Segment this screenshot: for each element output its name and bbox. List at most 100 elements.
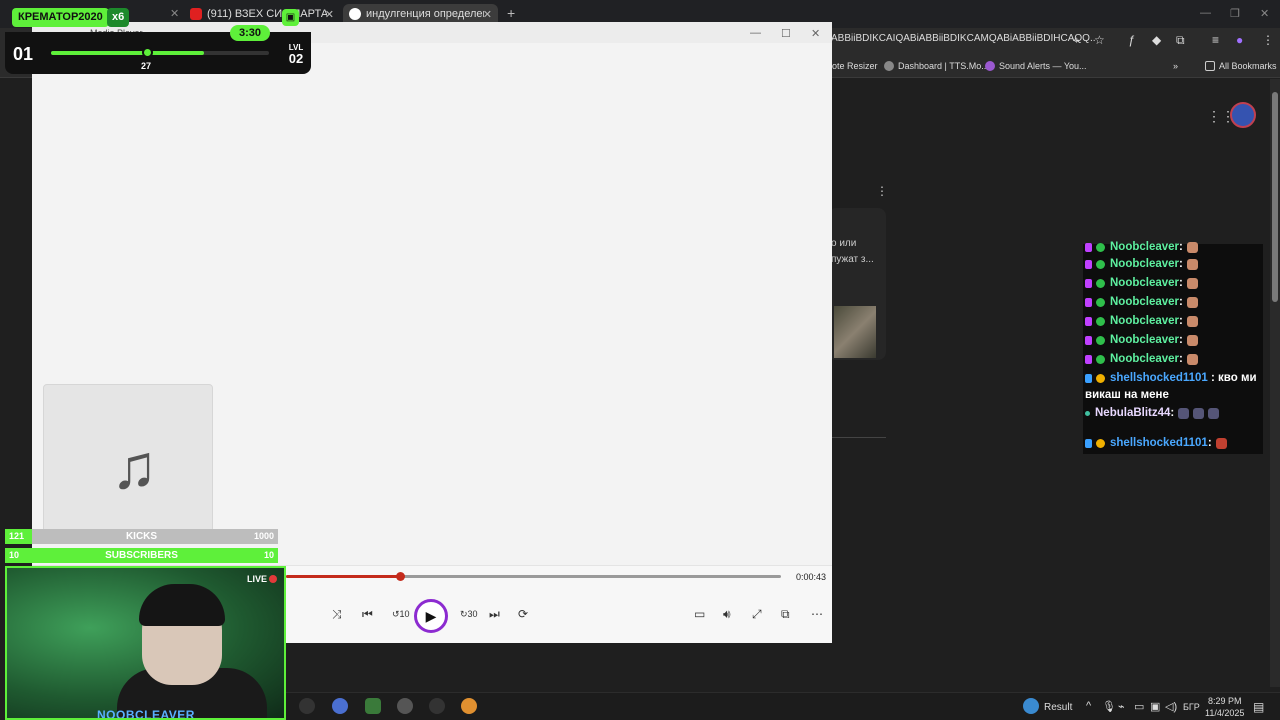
multiplier-tag: x6: [107, 8, 130, 27]
skip-forward-button[interactable]: ↻30: [460, 609, 478, 620]
chat-username: Noobcleaver: [1110, 353, 1180, 365]
chat-username: Noobcleaver: [1110, 315, 1180, 327]
verified-badge-icon: [1096, 335, 1105, 345]
extension-icon[interactable]: ◆: [1152, 33, 1161, 47]
play-button[interactable]: ▶: [414, 599, 448, 633]
microphone-icon[interactable]: 🎙︎: [1102, 700, 1116, 713]
close-tab-icon[interactable]: ✕: [483, 8, 492, 21]
cast-icon[interactable]: ⧉: [781, 607, 790, 622]
chat-message: Noobcleaver :: [1085, 353, 1198, 365]
emote-icon: [1193, 407, 1205, 419]
tab-youtube[interactable]: (911) ВЗЕХ СИ АПАРТАМЕНТ З ✕: [184, 4, 340, 24]
skip-back-label: 10: [399, 609, 410, 619]
function-extension-icon[interactable]: ƒ: [1128, 33, 1135, 47]
scrollbar-thumb[interactable]: [1272, 92, 1278, 302]
chat-username: Noobcleaver: [1110, 296, 1180, 308]
previous-track-icon[interactable]: ⏮: [362, 607, 373, 622]
chrome-active-app-icon[interactable]: [365, 698, 381, 714]
tray-overflow-icon[interactable]: ^: [1086, 700, 1091, 712]
miniplayer-icon[interactable]: ▭: [694, 607, 705, 621]
emote-icon: [1186, 353, 1198, 365]
shuffle-icon[interactable]: ⤨: [332, 607, 342, 622]
clock-date[interactable]: 11/4/2025: [1205, 708, 1244, 718]
result-thumbnail[interactable]: [834, 306, 876, 358]
emote-icon: [1208, 407, 1220, 419]
repeat-icon[interactable]: ⟳: [518, 607, 528, 621]
app-icon[interactable]: [299, 698, 315, 714]
network-icon[interactable]: ⌁: [1118, 700, 1125, 713]
new-tab-button[interactable]: +: [507, 5, 515, 21]
all-bookmarks[interactable]: All Bookmarks: [1205, 61, 1277, 71]
hud-timer: 3:30: [230, 25, 270, 41]
fullscreen-icon[interactable]: ⤢: [752, 607, 762, 622]
chat-username: NebulaBlitz44: [1095, 407, 1171, 419]
seek-bar[interactable]: [286, 572, 781, 581]
subscribers-goal-bar: 10 SUBSCRIBERS 10: [5, 548, 278, 563]
close-window-icon[interactable]: ✕: [1260, 7, 1269, 20]
kicks-goal-bar: 121 KICKS 1000: [5, 529, 278, 544]
verified-badge-icon: [1096, 259, 1105, 269]
bookmark-label: ote Resizer: [832, 61, 878, 71]
verified-badge-icon: [1096, 354, 1105, 364]
tab-google[interactable]: индулгенция определение - G ✕: [343, 4, 498, 24]
app-icon[interactable]: [429, 698, 445, 714]
bookmark-item[interactable]: ote Resizer: [832, 61, 878, 71]
close-tab-icon[interactable]: ✕: [170, 7, 179, 20]
app-icon[interactable]: [397, 698, 413, 714]
cube-badge-icon: [1085, 438, 1092, 448]
close-tab-icon[interactable]: ✕: [325, 8, 334, 21]
bookmark-item[interactable]: Sound Alerts — You...: [985, 61, 1087, 71]
hud-progress-knob: [142, 47, 154, 58]
weather-label[interactable]: Result: [1044, 702, 1072, 713]
chat-message: shellshocked1101 :: [1085, 437, 1227, 449]
music-note-icon: ♫: [111, 433, 158, 502]
bookmark-label: Sound Alerts — You...: [999, 61, 1087, 71]
battery-icon[interactable]: ▭: [1134, 700, 1144, 713]
play-icon: ▶: [425, 607, 437, 624]
menu-dots-icon[interactable]: ⋮: [1262, 33, 1274, 47]
minimize-icon[interactable]: —: [750, 27, 761, 39]
mic-badge-icon: [1085, 297, 1092, 307]
volume-icon[interactable]: ◁): [1165, 700, 1177, 713]
chat-username: Noobcleaver: [1110, 241, 1180, 253]
mic-badge-icon: [1085, 242, 1092, 252]
reading-list-icon[interactable]: ≡: [1212, 33, 1219, 47]
bookmark-item[interactable]: Dashboard | TTS.Mo...: [884, 61, 989, 71]
divider: [832, 437, 886, 438]
account-avatar[interactable]: [1230, 102, 1256, 128]
maximize-icon[interactable]: ☐: [781, 27, 791, 40]
volume-icon[interactable]: 🔊︎: [723, 607, 731, 622]
media-player-app-icon[interactable]: [461, 698, 477, 714]
hud-progress-fill: [51, 51, 204, 55]
skip-back-button[interactable]: ↺10: [392, 609, 410, 620]
emote-icon: [1178, 407, 1190, 419]
more-options-icon[interactable]: ⋮: [876, 184, 888, 198]
close-icon[interactable]: ✕: [811, 27, 820, 40]
chat-message: Noobcleaver :: [1085, 258, 1198, 270]
chat-message-continued: викаш на мене: [1085, 389, 1169, 401]
language-indicator[interactable]: БГР: [1183, 702, 1200, 712]
minimize-icon[interactable]: —: [1200, 7, 1211, 19]
bookmark-star-icon[interactable]: ☆: [1094, 33, 1105, 47]
location-icon[interactable]: ⌖: [1073, 33, 1080, 48]
profile-icon[interactable]: ●: [1236, 33, 1243, 47]
weather-icon[interactable]: [1023, 698, 1039, 714]
result-snippet: о или: [831, 238, 857, 249]
chat-message: Noobcleaver :: [1085, 241, 1198, 253]
seek-bar-handle[interactable]: [395, 572, 405, 581]
chrome-app-icon[interactable]: [332, 698, 348, 714]
puzzle-extensions-icon[interactable]: ⧉: [1176, 33, 1185, 48]
sound-alerts-icon: [985, 61, 995, 71]
notifications-icon[interactable]: ▤: [1253, 700, 1264, 714]
address-bar[interactable]: ABBiiBDIKCAIQABiABBiiBDIKCAMQABiABBiiBDI…: [831, 33, 1095, 51]
clock-time[interactable]: 8:29 PM: [1208, 696, 1242, 706]
tab-label: (911) ВЗЕХ СИ АПАРТАМЕНТ З: [207, 8, 327, 20]
more-options-icon[interactable]: ⋯: [811, 607, 823, 621]
bookmarks-overflow-icon[interactable]: »: [1173, 61, 1178, 71]
maximize-icon[interactable]: ❐: [1230, 7, 1240, 20]
display-icon[interactable]: ▣: [1150, 700, 1160, 713]
mic-badge-icon: [1085, 278, 1092, 288]
emote-icon: [1186, 315, 1198, 327]
next-track-icon[interactable]: ⏭: [489, 607, 500, 622]
gold-badge-icon: [1096, 438, 1105, 448]
